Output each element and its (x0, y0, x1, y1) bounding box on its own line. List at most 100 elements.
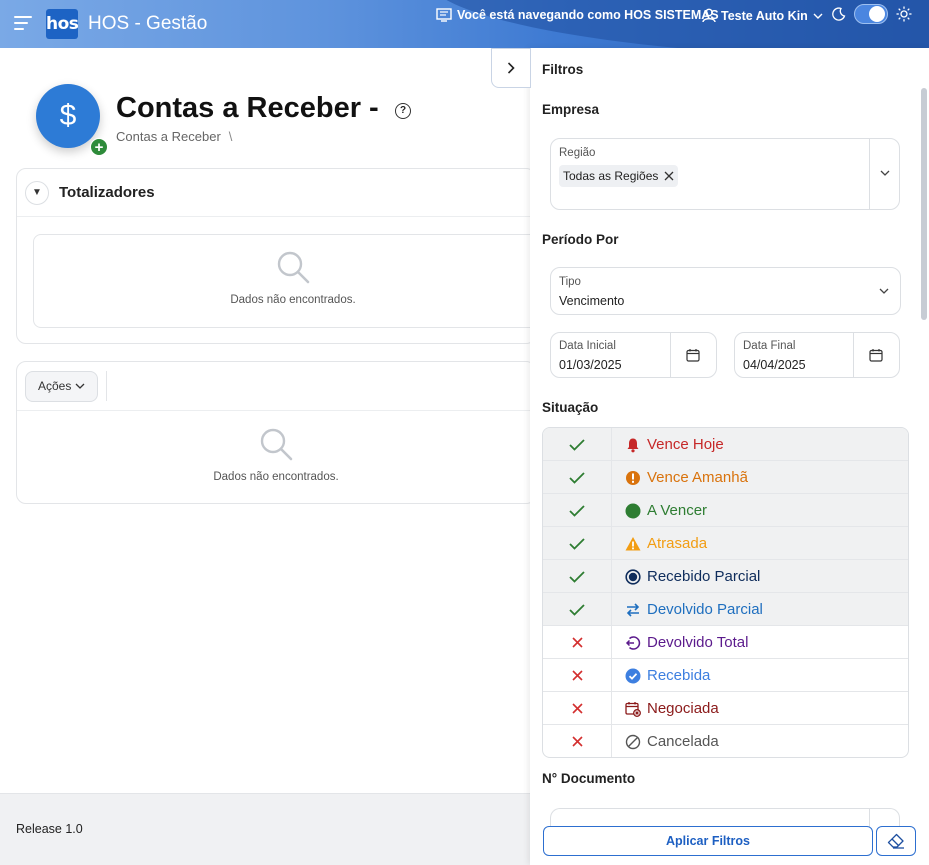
situacao-text: Recebido Parcial (647, 568, 761, 585)
check-circle-icon (625, 668, 641, 684)
breadcrumb-separator: \ (228, 129, 233, 144)
return-icon (625, 635, 641, 651)
x-icon[interactable] (543, 626, 612, 659)
x-icon[interactable] (543, 659, 612, 692)
situacao-text: Devolvido Parcial (647, 601, 763, 618)
apply-filters-button[interactable]: Aplicar Filtros (543, 826, 873, 856)
check-icon[interactable] (543, 494, 612, 527)
top-bar: hos HOS - Gestão Você está navegando com… (0, 0, 929, 48)
situacao-row[interactable]: Vence Amanhã (543, 461, 908, 494)
breadcrumb: Contas a Receber \ (116, 129, 232, 144)
situacao-text: Atrasada (647, 535, 708, 552)
footer: Release 1.0 (0, 793, 530, 865)
logo: hos (46, 9, 79, 39)
actions-card: Ações Dados não encontrados. (16, 361, 536, 504)
situacao-row[interactable]: Devolvido Total (543, 626, 908, 659)
tipo-value: Vencimento (559, 294, 625, 308)
x-icon[interactable] (543, 725, 612, 757)
alert-circle-icon (625, 470, 641, 486)
situacao-text: Vence Hoje (647, 436, 724, 453)
situacao-text: Vence Amanhã (647, 469, 748, 486)
swap-icon (625, 602, 641, 618)
chevron-down-icon (75, 383, 85, 389)
panel-scrollbar[interactable] (921, 88, 927, 320)
check-icon[interactable] (543, 527, 612, 560)
clear-filters-button[interactable] (876, 826, 916, 856)
calendar-icon[interactable] (869, 348, 883, 362)
situacao-row[interactable]: Recebido Parcial (543, 560, 908, 593)
data-final-field[interactable]: Data Final 04/04/2025 (734, 332, 900, 378)
bell-icon (625, 437, 641, 453)
totalizers-empty: Dados não encontrados. (33, 234, 553, 328)
situacao-label-group: A Vencer (625, 494, 707, 527)
data-final-label: Data Final (743, 340, 796, 352)
situacao-row[interactable]: Recebida (543, 659, 908, 692)
documento-label: N° Documento (542, 771, 636, 786)
regiao-label: Região (559, 147, 596, 159)
situacao-row[interactable]: Cancelada (543, 725, 908, 757)
empty-message: Dados não encontrados. (230, 294, 356, 306)
situacao-row[interactable]: A Vencer (543, 494, 908, 527)
field-divider (853, 333, 854, 377)
release-version: Release 1.0 (16, 822, 83, 836)
periodo-label: Período Por (542, 232, 619, 247)
situacao-row[interactable]: Atrasada (543, 527, 908, 560)
situacao-text: Cancelada (647, 733, 719, 750)
actions-button[interactable]: Ações (25, 370, 99, 402)
situacao-row[interactable]: Vence Hoje (543, 428, 908, 461)
situacao-row[interactable]: Devolvido Parcial (543, 593, 908, 626)
chevron-down-icon[interactable] (880, 170, 890, 176)
calendar-x-icon (625, 701, 641, 717)
close-icon[interactable] (664, 171, 674, 181)
check-icon[interactable] (543, 593, 612, 626)
theme-toggle[interactable] (854, 4, 888, 24)
regiao-chip-label: Todas as Regiões (563, 169, 659, 183)
regiao-chip: Todas as Regiões (559, 165, 679, 187)
user-icon (702, 8, 716, 23)
browsing-text: Você está navegando como HOS SISTEMAS (457, 8, 719, 22)
company-switcher[interactable]: Você está navegando como HOS SISTEMAS (436, 8, 719, 22)
situacao-label-group: Negociada (625, 692, 719, 725)
menu-icon[interactable] (14, 16, 32, 30)
situacao-text: Negociada (647, 700, 719, 717)
totalizers-title: Totalizadores (59, 184, 155, 201)
totalizers-card: ▼ Totalizadores Dados não encontrados. (16, 168, 553, 344)
situacao-text: A Vencer (647, 502, 708, 519)
chevron-down-icon (813, 13, 823, 19)
sun-icon (896, 6, 912, 22)
check-icon[interactable] (543, 428, 612, 461)
check-icon[interactable] (543, 461, 612, 494)
regiao-select[interactable]: Região Todas as Regiões (550, 138, 900, 210)
x-icon[interactable] (543, 692, 612, 725)
check-icon[interactable] (543, 560, 612, 593)
theme-switch-group (832, 4, 912, 24)
data-inicial-value: 01/03/2025 (559, 358, 622, 372)
chevron-right-icon (507, 62, 515, 74)
breadcrumb-item[interactable]: Contas a Receber (116, 129, 221, 144)
tipo-select[interactable]: Tipo Vencimento (550, 267, 901, 315)
toolbar-divider (106, 371, 108, 401)
situacao-label-group: Atrasada (625, 527, 707, 560)
collapse-panel-button[interactable] (491, 48, 531, 88)
situacao-label-group: Recebido Parcial (625, 560, 760, 593)
add-icon[interactable]: + (90, 138, 108, 156)
page-title: Contas a Receber - (116, 92, 379, 124)
situacao-row[interactable]: Negociada (543, 692, 908, 725)
dot-icon (625, 503, 641, 519)
actions-toolbar: Ações (17, 362, 535, 411)
situacao-label: Situação (542, 400, 599, 415)
documento-field[interactable] (550, 808, 900, 828)
dollar-icon: $ (36, 84, 100, 148)
user-menu[interactable]: Teste Auto Kin (702, 8, 823, 23)
help-icon[interactable]: ? (395, 103, 411, 119)
collapse-triangle-icon[interactable]: ▼ (25, 180, 49, 205)
situacao-label-group: Devolvido Total (625, 626, 748, 659)
filters-panel: Filtros Empresa Região Todas as Regiões … (530, 48, 929, 865)
data-final-value: 04/04/2025 (743, 358, 806, 372)
data-inicial-field[interactable]: Data Inicial 01/03/2025 (550, 332, 717, 378)
calendar-icon[interactable] (686, 348, 700, 362)
moon-icon (832, 7, 846, 21)
situacao-label-group: Cancelada (625, 725, 719, 757)
cancel-icon (625, 734, 641, 750)
tipo-label: Tipo (559, 276, 581, 288)
